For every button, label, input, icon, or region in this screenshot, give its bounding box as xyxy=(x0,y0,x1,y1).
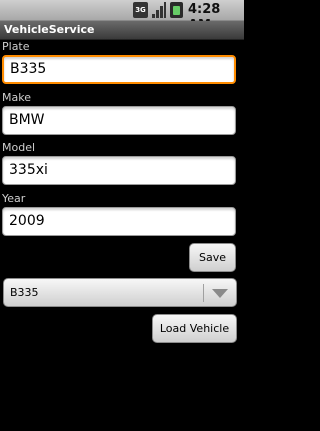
battery-icon xyxy=(170,2,183,18)
3g-network-icon: 3G xyxy=(133,2,148,18)
save-button[interactable]: Save xyxy=(189,243,236,272)
plate-label: Plate xyxy=(2,40,30,53)
signal-strength-icon xyxy=(152,2,166,18)
load-vehicle-button[interactable]: Load Vehicle xyxy=(152,314,237,343)
status-bar: 3G 4:28 AM xyxy=(0,0,244,33)
make-field[interactable]: BMW xyxy=(2,106,236,135)
year-field[interactable]: 2009 xyxy=(2,207,236,236)
year-label: Year xyxy=(2,192,26,205)
spinner-selected-value: B335 xyxy=(10,286,39,299)
vehicle-spinner[interactable]: B335 xyxy=(3,278,237,307)
app-title-bar: VehicleService xyxy=(0,21,244,40)
app-title: VehicleService xyxy=(4,23,95,36)
model-field[interactable]: 335xi xyxy=(2,156,236,185)
model-label: Model xyxy=(2,141,36,154)
spinner-divider xyxy=(203,284,204,302)
plate-field[interactable]: B335 xyxy=(2,55,236,84)
make-label: Make xyxy=(2,91,31,104)
chevron-down-icon xyxy=(212,289,228,298)
